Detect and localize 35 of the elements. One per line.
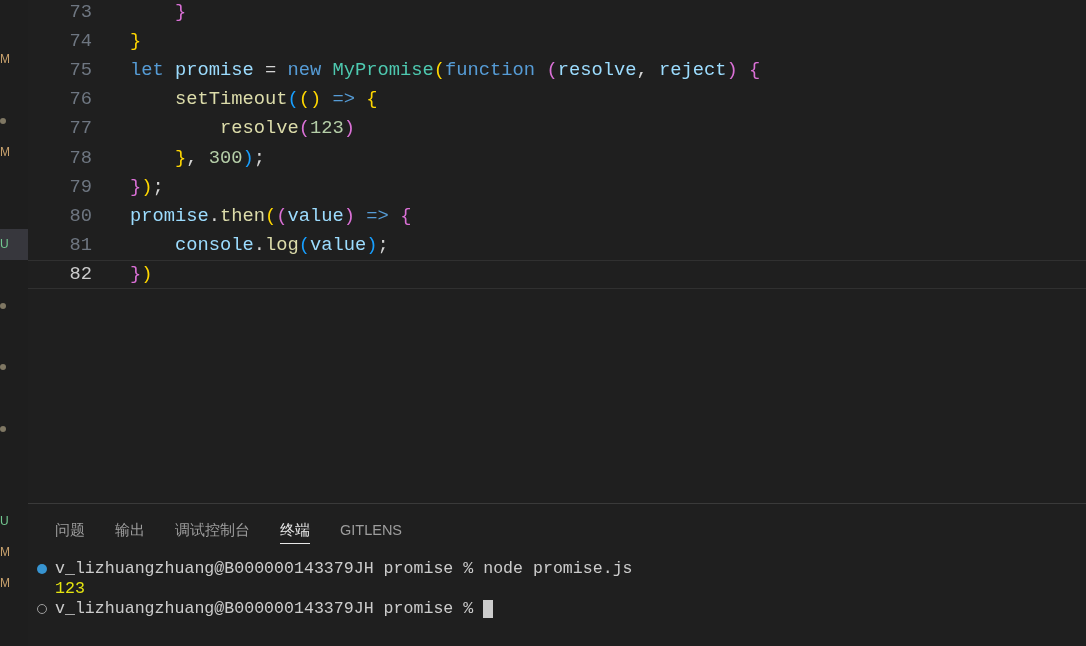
file-row[interactable]: U bbox=[0, 228, 28, 260]
git-status-label: U bbox=[0, 515, 9, 528]
panel-tab[interactable]: 输出 bbox=[115, 518, 145, 544]
terminal-command: v_lizhuangzhuang@B000000143379JH promise % node promise.js bbox=[55, 559, 633, 579]
panel-tab[interactable]: GITLENS bbox=[340, 518, 403, 544]
code-line: let promise = new MyPromise(function (resolve, reject) { bbox=[130, 58, 761, 81]
code-line: } bbox=[174, 0, 187, 23]
code-line: console.log(value); bbox=[174, 234, 389, 257]
line-number: 77 bbox=[68, 117, 92, 140]
code-line: }) bbox=[130, 263, 153, 286]
line-number: 79 bbox=[68, 175, 92, 198]
line-number: 78 bbox=[68, 146, 92, 169]
panel-tab[interactable]: 终端 bbox=[280, 518, 310, 544]
terminal-command: v_lizhuangzhuang@B000000143379JH promise % bbox=[55, 599, 474, 619]
line-number: 80 bbox=[68, 204, 92, 227]
git-status-label: M bbox=[0, 546, 10, 559]
terminal-output: 123 bbox=[55, 579, 85, 599]
line-number: 73 bbox=[68, 0, 92, 23]
line-number: 74 bbox=[68, 29, 92, 52]
code-line: } bbox=[130, 29, 142, 52]
code-line: setTimeout(() => { bbox=[174, 88, 378, 111]
git-status-label: M bbox=[0, 576, 10, 589]
panel-tab[interactable]: 调试控制台 bbox=[175, 518, 250, 544]
code-line: }); bbox=[130, 175, 164, 198]
line-number: 75 bbox=[68, 58, 92, 81]
panel-tab[interactable]: 问题 bbox=[55, 518, 85, 544]
line-number: 82 bbox=[68, 263, 92, 286]
code-line: promise.then((value) => { bbox=[130, 204, 412, 227]
line-number: 76 bbox=[68, 88, 92, 111]
code-line: }, 300); bbox=[174, 146, 266, 169]
git-status-label: M bbox=[0, 53, 10, 66]
git-status-label: M bbox=[0, 145, 10, 158]
line-number: 81 bbox=[68, 234, 92, 257]
code-line: resolve(123) bbox=[219, 117, 356, 140]
git-status-label: U bbox=[0, 238, 9, 251]
